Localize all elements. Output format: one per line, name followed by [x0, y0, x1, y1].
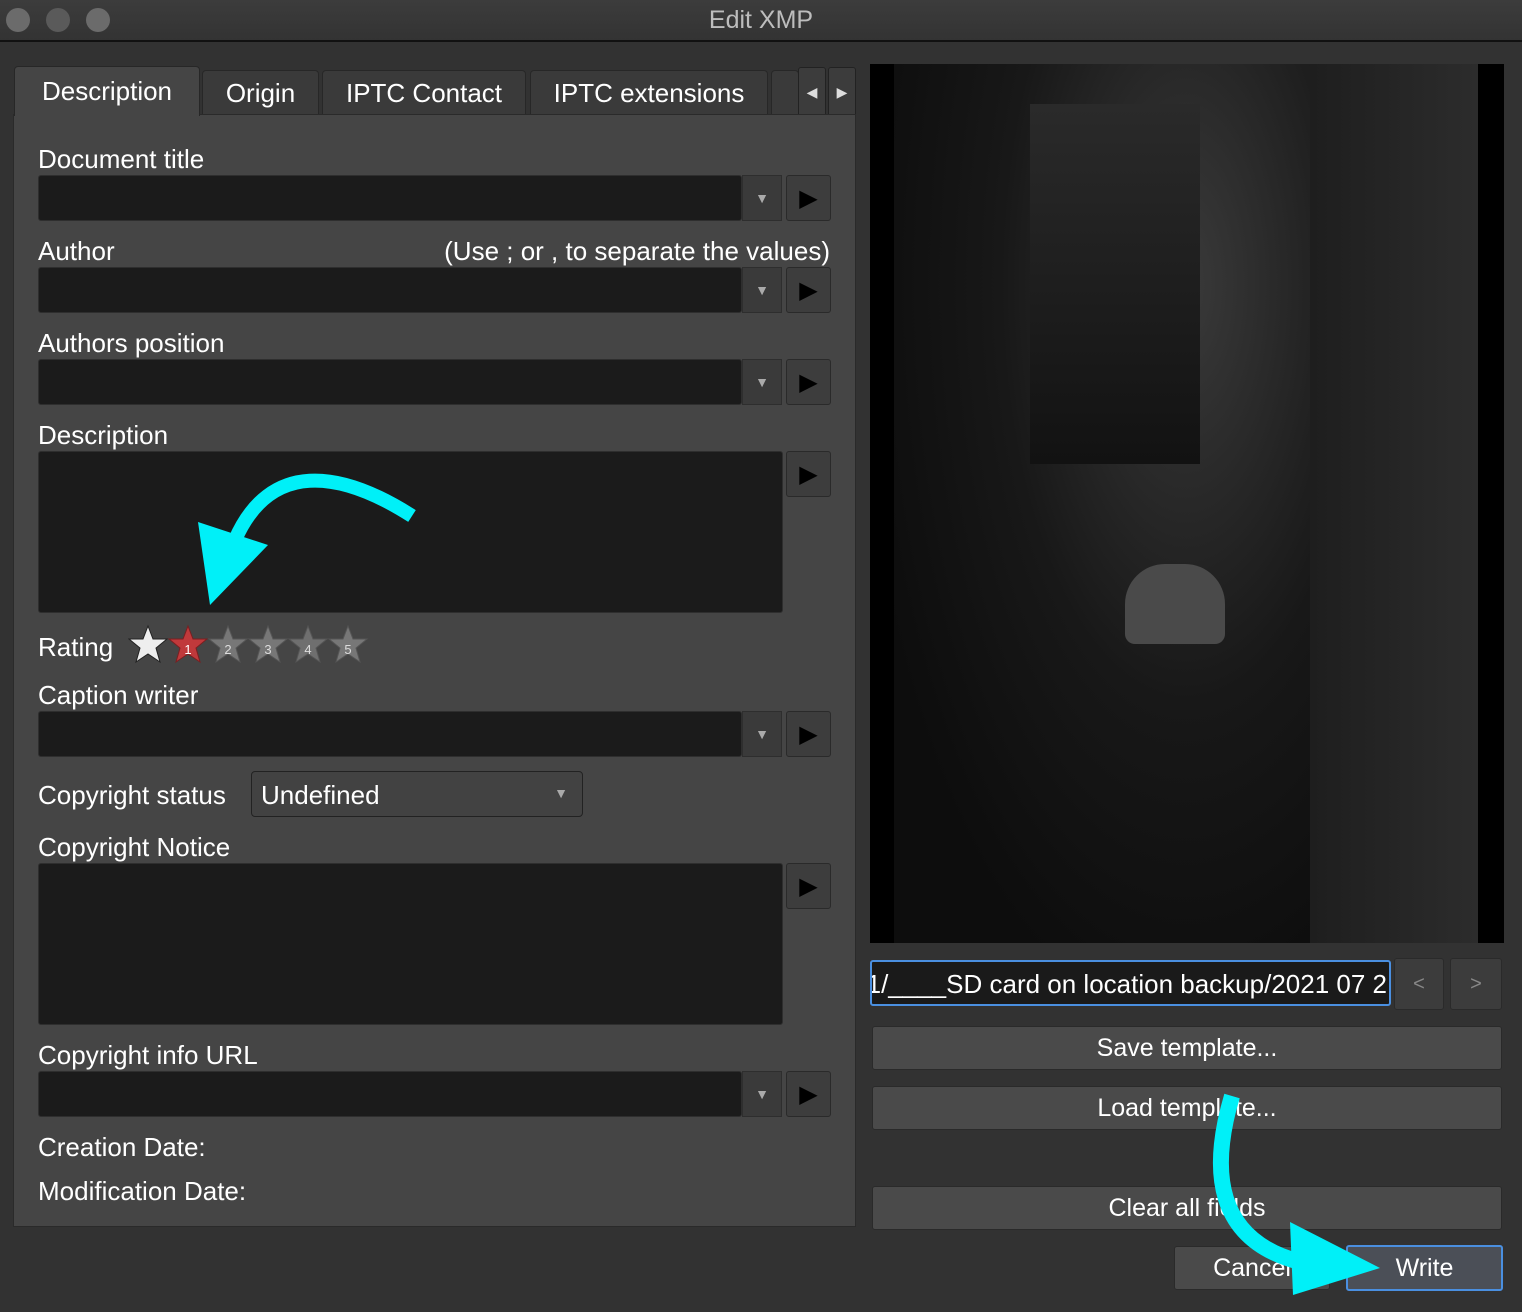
- copyright-status-value: Undefined: [261, 780, 380, 810]
- chevron-down-icon: ▼: [755, 374, 769, 390]
- play-arrow-icon: ▶: [799, 460, 818, 488]
- author-hint: (Use ; or , to separate the values): [444, 236, 830, 266]
- write-button[interactable]: Write: [1346, 1245, 1503, 1291]
- caption-writer-dropdown[interactable]: ▼: [742, 711, 782, 757]
- copyright-notice-label: Copyright Notice: [38, 832, 231, 862]
- chevron-down-icon: ▼: [755, 282, 769, 298]
- rating-label: Rating: [38, 632, 114, 662]
- authors-position-apply-button[interactable]: ▶: [786, 359, 831, 405]
- tab-scroll-left-button[interactable]: ◀: [798, 67, 826, 117]
- file-path-input[interactable]: F1/____SD card on location backup/2021 0…: [870, 960, 1391, 1006]
- clear-all-fields-button[interactable]: Clear all fields: [872, 1186, 1502, 1230]
- author-apply-button[interactable]: ▶: [786, 267, 831, 313]
- title-bar: Edit XMP: [0, 0, 1522, 42]
- copyright-url-input[interactable]: [38, 1071, 742, 1117]
- rating-stars: 1 2 3 4 5: [128, 625, 368, 663]
- copyright-notice-textarea[interactable]: [38, 863, 783, 1025]
- load-template-button[interactable]: Load template...: [872, 1086, 1502, 1130]
- copyright-url-apply-button[interactable]: ▶: [786, 1071, 831, 1117]
- play-arrow-icon: ▶: [799, 720, 818, 748]
- caption-writer-label: Caption writer: [38, 680, 199, 710]
- tab-iptc-extensions[interactable]: IPTC extensions: [530, 70, 768, 116]
- tab-iptc-contact[interactable]: IPTC Contact: [322, 70, 526, 116]
- document-title-dropdown[interactable]: ▼: [742, 175, 782, 221]
- description-textarea[interactable]: [38, 451, 783, 613]
- caption-writer-apply-button[interactable]: ▶: [786, 711, 831, 757]
- copyright-notice-apply-button[interactable]: ▶: [786, 863, 831, 909]
- tab-description[interactable]: Description: [14, 66, 200, 116]
- next-file-button[interactable]: >: [1450, 958, 1502, 1010]
- star-label: 3: [264, 642, 271, 657]
- chevron-down-icon: ▼: [554, 785, 568, 801]
- document-title-input[interactable]: [38, 175, 742, 221]
- copyright-status-select[interactable]: Undefined ▼: [251, 771, 583, 817]
- document-title-apply-button[interactable]: ▶: [786, 175, 831, 221]
- tab-origin[interactable]: Origin: [202, 70, 319, 116]
- play-arrow-icon: ▶: [799, 276, 818, 304]
- authors-position-label: Authors position: [38, 328, 225, 358]
- star-label: 5: [344, 642, 351, 657]
- copyright-url-dropdown[interactable]: ▼: [742, 1071, 782, 1117]
- caption-writer-input[interactable]: [38, 711, 742, 757]
- description-apply-button[interactable]: ▶: [786, 451, 831, 497]
- authors-position-input[interactable]: [38, 359, 742, 405]
- author-input[interactable]: [38, 267, 742, 313]
- tab-scroll-right-button[interactable]: ▶: [828, 67, 856, 117]
- play-arrow-icon: ▶: [799, 184, 818, 212]
- copyright-status-label: Copyright status: [38, 780, 226, 810]
- cancel-button[interactable]: Cancel: [1174, 1246, 1330, 1290]
- star-label: 4: [304, 642, 311, 657]
- file-path-value: F1/____SD card on location backup/2021 0…: [870, 969, 1387, 999]
- play-arrow-icon: ▶: [799, 872, 818, 900]
- play-arrow-icon: ▶: [799, 1080, 818, 1108]
- author-dropdown[interactable]: ▼: [742, 267, 782, 313]
- tab-overflow[interactable]: [771, 70, 799, 116]
- authors-position-dropdown[interactable]: ▼: [742, 359, 782, 405]
- modification-date-label: Modification Date:: [38, 1176, 247, 1206]
- save-template-button[interactable]: Save template...: [872, 1026, 1502, 1070]
- play-arrow-icon: ▶: [799, 368, 818, 396]
- chevron-down-icon: ▼: [755, 1086, 769, 1102]
- star-clear-icon[interactable]: [128, 625, 168, 663]
- chevron-down-icon: ▼: [755, 726, 769, 742]
- star-label: 1: [184, 642, 191, 657]
- image-preview: [870, 64, 1504, 943]
- document-title-label: Document title: [38, 144, 205, 174]
- author-label: Author: [38, 236, 115, 266]
- copyright-url-label: Copyright info URL: [38, 1040, 258, 1070]
- window-title: Edit XMP: [708, 6, 814, 34]
- previous-file-button[interactable]: <: [1394, 958, 1444, 1010]
- description-label: Description: [38, 420, 169, 450]
- creation-date-label: Creation Date:: [38, 1132, 206, 1162]
- chevron-down-icon: ▼: [755, 190, 769, 206]
- star-label: 2: [224, 642, 231, 657]
